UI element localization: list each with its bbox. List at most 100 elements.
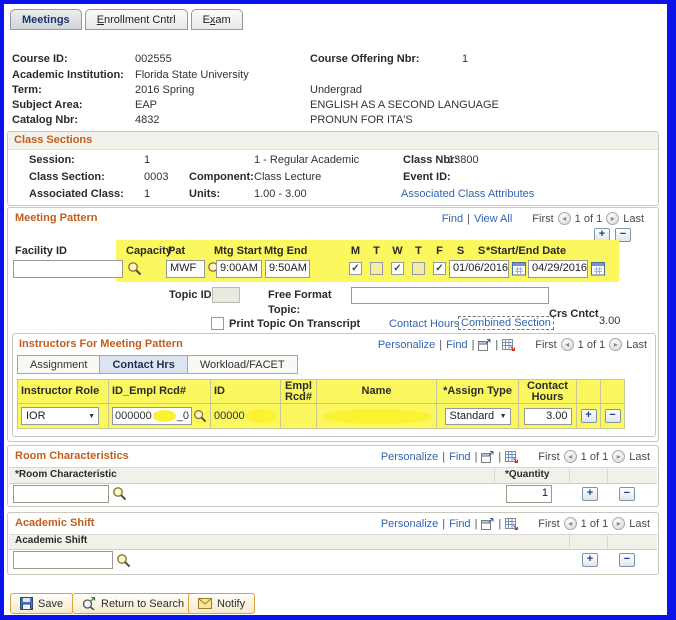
delete-academic-shift-button[interactable]: − — [619, 553, 635, 567]
assign-type-value: Standard — [449, 410, 495, 422]
tab-exam[interactable]: Exam — [190, 9, 243, 30]
assign-type-cell: Standard ▼ — [437, 404, 519, 429]
instructor-role-select[interactable]: IOR ▼ — [21, 407, 99, 425]
start-date-input[interactable]: 01/06/2016 — [449, 260, 509, 278]
contact-hours-input[interactable]: 3.00 — [523, 407, 572, 425]
units-label: Units: — [189, 188, 221, 200]
contact-hours-link[interactable]: Contact Hours — [389, 318, 459, 330]
column-divider — [569, 535, 570, 549]
tab-assignment[interactable]: Assignment — [17, 355, 101, 374]
academic-shift-lookup-icon[interactable] — [116, 553, 131, 568]
add-academic-shift-button[interactable]: + — [582, 553, 598, 567]
catalog-description: PRONUN FOR ITA'S — [310, 114, 413, 126]
subject-description: ENGLISH AS A SECOND LANGUAGE — [310, 99, 499, 111]
facility-id-label: Facility ID — [15, 245, 67, 257]
tab-workload-facet[interactable]: Workload/FACET — [187, 355, 298, 374]
id-empl-value-left: 000000 — [115, 410, 152, 422]
id-empl-input[interactable]: 000000 _0 — [112, 407, 192, 425]
room-characteristic-column-label: *Room Characteristic — [15, 469, 117, 480]
add-instructor-button[interactable]: + — [580, 409, 597, 423]
pagination-prev-icon[interactable]: ◂ — [557, 212, 571, 225]
personalize-link[interactable]: Personalize — [381, 451, 438, 463]
name-cell — [317, 404, 437, 429]
pagination-prev-icon[interactable]: ◂ — [560, 338, 574, 351]
day-checkbox-thu[interactable] — [412, 262, 425, 275]
day-checkbox-fri[interactable]: ✓ — [433, 262, 446, 275]
find-link[interactable]: Find — [446, 339, 467, 351]
pagination-prev-icon[interactable]: ◂ — [563, 450, 577, 463]
day-label-tue: T — [373, 245, 380, 257]
course-id-value: 002555 — [135, 53, 172, 65]
pagination-prev-icon[interactable]: ◂ — [563, 517, 577, 530]
id-value: 00000 — [214, 410, 245, 422]
new-window-icon[interactable] — [481, 517, 494, 530]
find-link[interactable]: Find — [449, 451, 470, 463]
class-section-label: Class Section: — [29, 171, 105, 183]
separator: | — [439, 338, 443, 351]
start-date-calendar-icon[interactable] — [512, 261, 526, 276]
mtg-end-input[interactable]: 9:50AM — [265, 260, 310, 278]
pagination-next-icon[interactable]: ▸ — [612, 450, 626, 463]
pagination-next-icon[interactable]: ▸ — [609, 338, 623, 351]
personalize-link[interactable]: Personalize — [381, 518, 438, 530]
day-checkbox-tue[interactable] — [370, 262, 383, 275]
units-value: 1.00 - 3.00 — [254, 188, 307, 200]
download-grid-icon[interactable] — [505, 517, 519, 530]
tab-enrollment-cntrl[interactable]: Enrollment Cntrl — [84, 9, 188, 30]
contact-hours-cell: 3.00 — [519, 404, 577, 429]
end-date-calendar-icon[interactable] — [591, 261, 605, 276]
save-button-label: Save — [38, 597, 64, 610]
subject-area-value: EAP — [135, 99, 158, 111]
tab-contact-hrs[interactable]: Contact Hrs — [100, 355, 188, 374]
separator: | — [442, 450, 446, 463]
free-format-topic-input[interactable] — [351, 287, 549, 304]
delete-instructor-button[interactable]: − — [604, 409, 621, 423]
end-date-input[interactable]: 04/29/2016 — [528, 260, 588, 278]
return-to-search-button[interactable]: Return to Search — [72, 593, 195, 614]
add-room-characteristic-button[interactable]: + — [582, 487, 598, 501]
free-format-topic-label-line1: Free Format — [268, 289, 332, 301]
save-button[interactable]: Save — [10, 593, 74, 614]
day-checkbox-mon[interactable]: ✓ — [349, 262, 362, 275]
view-all-link[interactable]: View All — [474, 213, 512, 225]
facility-lookup-icon[interactable] — [127, 261, 142, 276]
mtg-start-input[interactable]: 9:00AM — [216, 260, 262, 278]
career-value: Undergrad — [310, 84, 362, 96]
facility-id-input[interactable] — [13, 260, 123, 278]
col-empl-rcd: Empl Rcd# — [281, 379, 317, 404]
notify-button[interactable]: Notify — [188, 593, 256, 614]
id-empl-cell: 000000 _0 — [109, 404, 211, 429]
col-name: Name — [317, 379, 437, 404]
day-checkbox-wed[interactable]: ✓ — [391, 262, 404, 275]
delete-room-characteristic-button[interactable]: − — [619, 487, 635, 501]
academic-shift-input[interactable] — [13, 551, 113, 569]
separator: | — [474, 517, 478, 530]
pat-input[interactable]: MWF — [166, 260, 205, 278]
id-cell: 00000 — [211, 404, 281, 429]
assign-type-select[interactable]: Standard ▼ — [444, 407, 511, 425]
new-window-icon[interactable] — [478, 338, 491, 351]
pagination-next-icon[interactable]: ▸ — [612, 517, 626, 530]
tab-meetings[interactable]: Meetings — [10, 9, 82, 30]
room-characteristic-input[interactable] — [13, 485, 109, 503]
instructor-role-cell: IOR ▼ — [17, 404, 109, 429]
day-label-thu: T — [415, 245, 422, 257]
room-characteristic-lookup-icon[interactable] — [112, 486, 127, 501]
download-grid-icon[interactable] — [505, 450, 519, 463]
pagination-first: First — [538, 450, 560, 463]
pagination-next-icon[interactable]: ▸ — [606, 212, 620, 225]
associated-class-attributes-link[interactable]: Associated Class Attributes — [401, 188, 534, 200]
print-topic-checkbox[interactable] — [211, 317, 224, 330]
session-label: Session: — [29, 154, 75, 166]
delete-cell: − — [601, 404, 625, 429]
download-grid-icon[interactable] — [502, 338, 516, 351]
new-window-icon[interactable] — [481, 450, 494, 463]
quantity-input[interactable]: 1 — [506, 485, 552, 503]
combined-section-link[interactable]: Combined Section — [458, 316, 554, 330]
find-link[interactable]: Find — [449, 518, 470, 530]
day-label-sat: S — [456, 245, 465, 257]
academic-shift-column-label: Academic Shift — [15, 535, 88, 546]
personalize-link[interactable]: Personalize — [378, 339, 435, 351]
find-link[interactable]: Find — [442, 213, 463, 225]
id-empl-lookup-icon[interactable] — [193, 409, 207, 423]
